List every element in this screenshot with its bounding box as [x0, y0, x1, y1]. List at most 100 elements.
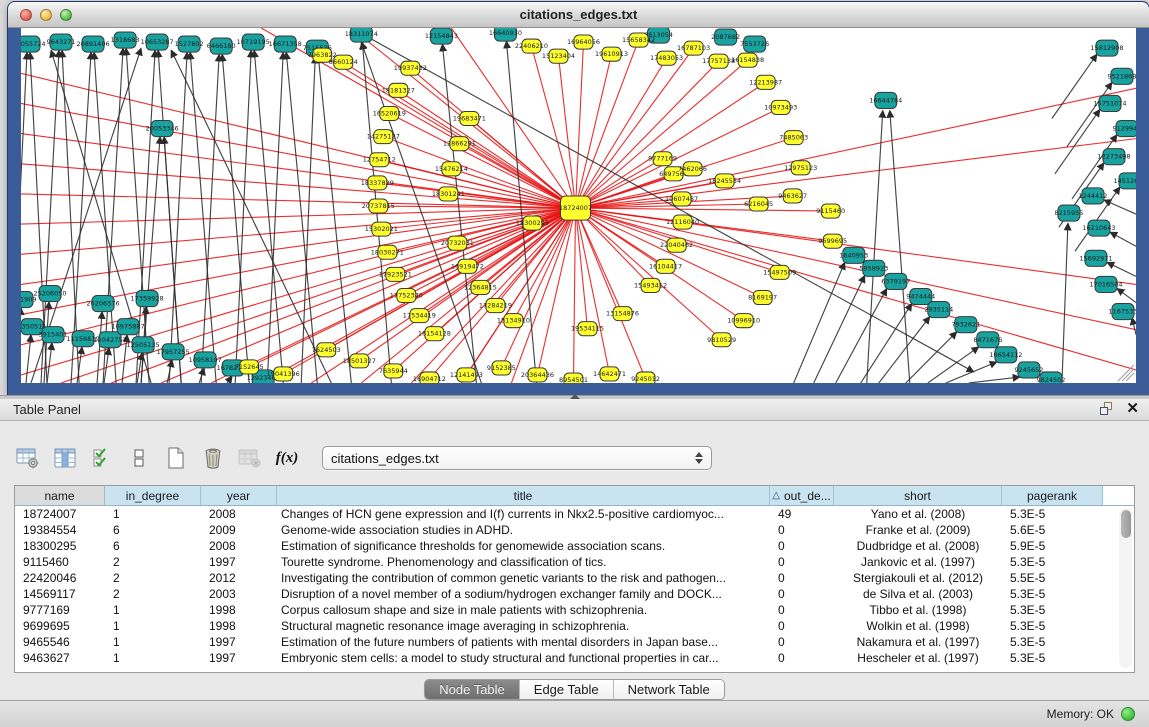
column-header-out_de[interactable]: △out_de...	[770, 486, 834, 505]
network-node[interactable]: 9824502	[1036, 372, 1065, 383]
network-node[interactable]: 15476214	[435, 162, 468, 176]
table-row[interactable]: 969969511998Structural magnetic resonanc…	[15, 618, 1134, 634]
network-node[interactable]: 20891406	[77, 36, 110, 52]
memory-status-indicator[interactable]	[1121, 707, 1135, 721]
network-node[interactable]: 9463627	[778, 189, 807, 203]
column-header-year[interactable]: year	[201, 486, 277, 505]
network-node[interactable]: 10973493	[764, 100, 797, 114]
scrollbar-thumb[interactable]	[1121, 510, 1131, 538]
network-node[interactable]: 8215955	[1054, 205, 1083, 221]
network-window-titlebar[interactable]: citations_edges.txt	[8, 2, 1149, 28]
network-node[interactable]: 1640953	[839, 247, 868, 263]
tab-network-table[interactable]: Network Table	[614, 680, 724, 699]
table-settings-icon[interactable]	[14, 445, 42, 471]
network-node[interactable]: 15692971	[1079, 250, 1112, 266]
network-node[interactable]: 18501327	[343, 354, 376, 368]
network-node[interactable]: 1527802	[175, 36, 204, 52]
network-node[interactable]: 10719195	[237, 34, 270, 50]
new-table-icon[interactable]	[162, 445, 190, 471]
network-node[interactable]: 16154838	[731, 53, 764, 67]
network-node[interactable]: 9245012	[631, 372, 660, 383]
network-node[interactable]: 6379197	[881, 273, 910, 289]
column-header-title[interactable]: title	[277, 486, 770, 505]
network-node[interactable]: 11156819	[67, 331, 100, 347]
table-row[interactable]: 977716911998Corpus callosum shape and si…	[15, 602, 1134, 618]
table-select-dropdown[interactable]: citations_edges.txt	[322, 446, 712, 470]
network-node[interactable]: 2087682	[711, 29, 740, 45]
network-node[interactable]: 15812908	[1090, 40, 1123, 56]
network-node[interactable]: 2935114	[924, 302, 953, 318]
table-row[interactable]: 1456911722003Disruption of a novel membe…	[15, 586, 1134, 602]
network-node[interactable]: 20364436	[521, 368, 554, 382]
network-node[interactable]: 12213987	[749, 75, 782, 89]
network-node[interactable]: 19937432	[394, 61, 427, 75]
network-node[interactable]: 10996910	[727, 314, 760, 328]
network-node[interactable]: 18245554	[708, 174, 741, 188]
function-builder-icon[interactable]: f(x)	[273, 445, 301, 471]
network-node[interactable]: 16640930	[489, 28, 522, 41]
column-header-in_degree[interactable]: in_degree	[105, 486, 201, 505]
network-canvas[interactable]: 1405572496432712089140613186831065328715…	[21, 28, 1136, 383]
network-node[interactable]: 20206576	[87, 296, 120, 312]
network-node[interactable]: 1244412	[1078, 188, 1107, 204]
network-node[interactable]: 9152385	[487, 361, 516, 375]
network-node[interactable]: 7485063	[779, 131, 808, 145]
network-node[interactable]: 25206050	[33, 285, 66, 301]
table-row[interactable]: 1830029562008Estimation of significance …	[15, 538, 1134, 554]
column-header-pagerank[interactable]: pagerank	[1002, 486, 1103, 505]
column-header-name[interactable]: name	[15, 486, 105, 505]
network-node[interactable]: 9810529	[707, 333, 736, 347]
network-node[interactable]: 7635944	[379, 364, 408, 378]
network-node[interactable]: 19610913	[595, 47, 628, 61]
network-node[interactable]: 16154128	[418, 327, 451, 341]
network-node[interactable]: 17757138	[702, 54, 735, 68]
network-node[interactable]: 10654112	[989, 347, 1022, 363]
network-node[interactable]: 14055724	[21, 36, 46, 52]
network-node[interactable]: 15302021	[365, 222, 398, 236]
network-node[interactable]: 1318683	[111, 32, 140, 48]
table-row[interactable]: 946554611997Estimation of the future num…	[15, 634, 1134, 650]
tab-edge-table[interactable]: Edge Table	[520, 680, 614, 699]
network-node[interactable]: 10653287	[141, 34, 174, 50]
network-node[interactable]: 17957255	[157, 344, 190, 360]
network-node[interactable]: 14512640	[1113, 173, 1136, 189]
network-node[interactable]: 6466160	[207, 38, 236, 54]
network-node[interactable]: 8954501	[559, 373, 588, 383]
network-node[interactable]: 13154876	[606, 307, 639, 321]
network-node[interactable]: 5958923	[859, 260, 888, 276]
table-row[interactable]: 1872400712008Changes of HCN gene express…	[15, 506, 1134, 522]
close-panel-icon[interactable]: ✕	[1126, 402, 1139, 416]
network-node[interactable]: 16904712	[413, 372, 446, 383]
network-node[interactable]: 9129946	[1113, 121, 1136, 137]
network-node[interactable]: 22406210	[515, 39, 548, 53]
table-row[interactable]: 2242004622012Investigating the contribut…	[15, 570, 1134, 586]
network-node[interactable]: 8471676	[973, 332, 1002, 348]
network-node[interactable]: 15497509	[763, 265, 796, 279]
network-node[interactable]: 9245652	[1014, 362, 1043, 378]
network-node[interactable]: 15751074	[1093, 95, 1126, 111]
network-node[interactable]: 9777169	[648, 152, 677, 166]
table-row[interactable]: 946362711997Embryonic stem cells: a mode…	[15, 650, 1134, 666]
network-node[interactable]: 18724007	[559, 196, 592, 220]
network-node[interactable]: 9521868	[1108, 68, 1136, 84]
float-panel-icon[interactable]	[1100, 402, 1114, 416]
network-node[interactable]: 12505135	[127, 337, 160, 353]
tab-node-table[interactable]: Node Table	[425, 680, 520, 699]
network-node[interactable]: 9643271	[47, 34, 76, 50]
column-visibility-icon[interactable]	[51, 445, 79, 471]
rows-icon[interactable]	[125, 445, 153, 471]
table-row[interactable]: 1938455462009Genome-wide association stu…	[15, 522, 1134, 538]
network-node[interactable]: 12754712	[363, 153, 396, 167]
network-node[interactable]: 12273498	[1097, 149, 1130, 165]
network-node[interactable]: 3915401	[39, 327, 68, 343]
network-node[interactable]: 14642471	[593, 367, 626, 381]
network-node[interactable]: 16671358	[269, 36, 302, 52]
table-row[interactable]: 911546021997Tourette syndrome. Phenomeno…	[15, 554, 1134, 570]
row-select-icon[interactable]	[88, 445, 116, 471]
column-header-short[interactable]: short	[834, 486, 1002, 505]
network-node[interactable]: 15123404	[542, 49, 575, 63]
network-node[interactable]: 16787103	[677, 41, 710, 55]
network-node[interactable]: 16964056	[567, 35, 600, 49]
network-node[interactable]: 1167533	[1109, 304, 1136, 320]
network-node[interactable]: 2181909	[21, 291, 36, 307]
